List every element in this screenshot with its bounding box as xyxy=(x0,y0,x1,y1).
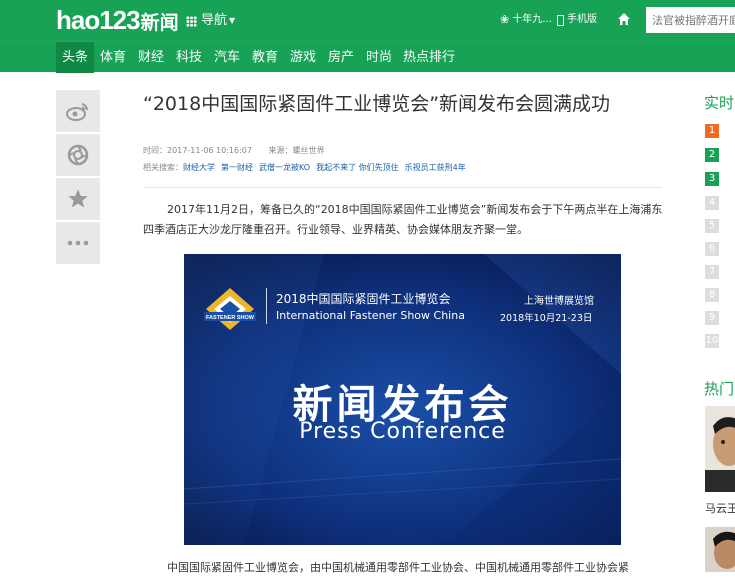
channel-nav: 头条 体育 财经 科技 汽车 教育 游戏 房产 时尚 热点排行 xyxy=(0,41,735,73)
article-source: 螺丝世界 xyxy=(292,146,325,155)
publish-time: 2017-11-06 10:16:07 xyxy=(167,146,252,155)
related-label: 相关搜索： xyxy=(143,163,183,172)
favorite-button[interactable] xyxy=(56,178,100,220)
rank-badge: 9 xyxy=(705,311,719,325)
phone-icon xyxy=(557,14,564,26)
more-icon xyxy=(67,240,89,246)
hao123-logo[interactable]: hao123新闻 xyxy=(56,5,179,35)
mobile-label: 手机版 xyxy=(567,14,597,25)
related-link[interactable]: 武僧一龙被KO xyxy=(259,163,310,172)
article-title: “2018中国国际紧固件工业博览会”新闻发布会圆满成功 xyxy=(143,93,611,115)
related-link[interactable]: 我起不来了 你们先顶住 xyxy=(316,163,399,172)
fastener-show-logo: FASTENER SHOW xyxy=(204,288,256,330)
weather-label: 十年九... xyxy=(512,14,552,25)
nav-item-finance[interactable]: 财经 xyxy=(134,42,168,73)
camera-icon xyxy=(67,144,89,166)
rank-badge: 7 xyxy=(705,265,719,279)
nav-item-headline[interactable]: 头条 xyxy=(56,42,94,73)
related-link[interactable]: 财经大学 xyxy=(183,163,215,172)
weibo-share-button[interactable] xyxy=(56,90,100,132)
rank-badge: 4 xyxy=(705,196,719,210)
mobile-version-link[interactable]: 手机版 xyxy=(557,13,597,27)
banner-headline-en: Press Conference xyxy=(299,419,506,444)
camera-share-button[interactable] xyxy=(56,134,100,176)
share-sidebar xyxy=(56,90,100,266)
nav-item-auto[interactable]: 汽车 xyxy=(210,42,244,73)
top-bar: hao123新闻 导航 ▼ ❀ 十年九... 手机版 xyxy=(0,0,735,41)
hot-news-thumbnail[interactable] xyxy=(705,527,735,572)
divider xyxy=(143,187,662,188)
rank-badge: 1 xyxy=(705,124,719,138)
rank-badge: 8 xyxy=(705,288,719,302)
rank-badge: 6 xyxy=(705,242,719,256)
nav-item-hot-ranking[interactable]: 热点排行 xyxy=(400,42,458,73)
guide-menu[interactable]: 导航 ▼ xyxy=(186,13,235,29)
article-paragraph: 2017年11月2日，筹备已久的“2018中国国际紧固件工业博览会”新闻发布会于… xyxy=(143,203,663,236)
realtime-section-title: 实时 xyxy=(704,94,735,112)
nav-item-house[interactable]: 房产 xyxy=(324,42,358,73)
chevron-down-icon: ▼ xyxy=(229,16,236,25)
grid-icon xyxy=(186,15,197,27)
time-label: 时间： xyxy=(143,146,167,155)
guide-label: 导航 xyxy=(201,13,228,28)
banner-date: 2018年10月21-23日 xyxy=(500,313,593,324)
rank-badge: 2 xyxy=(705,148,719,162)
banner-venue: 上海世博展览馆 xyxy=(524,296,594,307)
rank-badge: 3 xyxy=(705,172,719,186)
hot-news-thumbnail[interactable] xyxy=(705,406,735,492)
search-input[interactable] xyxy=(646,7,735,33)
article-paragraph: 中国国际紧固件工业博览会，由中国机械通用零部件工业协会、中国机械通用零部件工业协… xyxy=(167,561,629,574)
home-icon[interactable] xyxy=(617,12,631,26)
hot-section-title: 热门 xyxy=(704,380,735,398)
nav-item-fashion[interactable]: 时尚 xyxy=(362,42,396,73)
banner-title-cn: 2018中国国际紧固件工业博览会 xyxy=(276,292,451,306)
nav-item-tech[interactable]: 科技 xyxy=(172,42,206,73)
banner-title-en: International Fastener Show China xyxy=(276,309,465,322)
rank-badge: 10 xyxy=(705,334,719,348)
nav-item-sports[interactable]: 体育 xyxy=(96,42,130,73)
nav-item-games[interactable]: 游戏 xyxy=(286,42,320,73)
related-link[interactable]: 乐视员工获刑4年 xyxy=(405,163,466,172)
more-button[interactable] xyxy=(56,222,100,264)
banner-separator xyxy=(266,288,267,324)
paw-icon: ❀ xyxy=(500,13,510,26)
rank-badge: 5 xyxy=(705,219,719,233)
hot-news-caption[interactable]: 马云王 xyxy=(705,500,735,516)
related-search: 相关搜索：财经大学 第一财经 武僧一龙被KO 我起不来了 你们先顶住 乐视员工获刑4年 xyxy=(143,162,472,174)
article-meta: 时间：2017-11-06 10:16:07 来源：螺丝世界 xyxy=(143,145,325,157)
weather-link[interactable]: ❀ 十年九... xyxy=(500,13,552,27)
weibo-icon xyxy=(66,103,89,121)
related-link[interactable]: 第一财经 xyxy=(221,163,253,172)
logo-text: FASTENER SHOW xyxy=(206,315,255,321)
source-label: 来源： xyxy=(268,146,293,155)
nav-item-education[interactable]: 教育 xyxy=(248,42,282,73)
press-conference-banner: FASTENER SHOW 2018中国国际紧固件工业博览会 Internati… xyxy=(184,254,621,545)
star-icon xyxy=(68,189,88,208)
